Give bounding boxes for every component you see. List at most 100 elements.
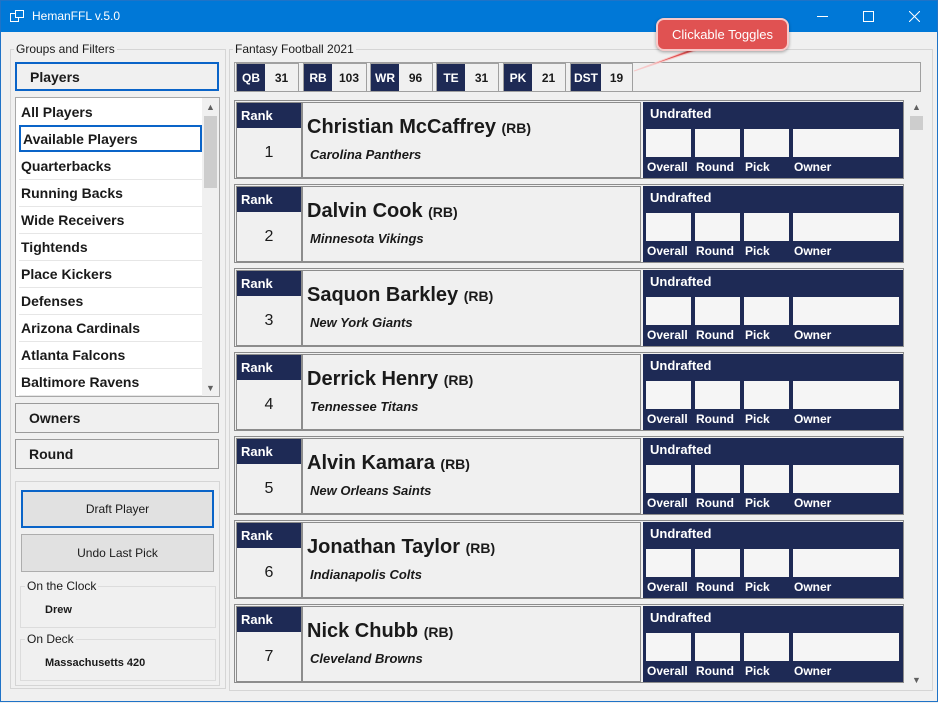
rank-box: Rank 3 bbox=[236, 270, 302, 346]
player-name-line: Jonathan Taylor (RB) bbox=[307, 536, 495, 559]
draft-round-label: Round bbox=[696, 496, 734, 510]
draft-owner-value bbox=[792, 212, 900, 242]
player-filter-list[interactable]: All Players Available Players Quarterbac… bbox=[15, 97, 220, 397]
player-card[interactable]: Rank 4 Derrick Henry (RB) Tennessee Tita… bbox=[234, 352, 904, 431]
player-card[interactable]: Rank 5 Alvin Kamara (RB) New Orleans Sai… bbox=[234, 436, 904, 515]
player-info-box: Derrick Henry (RB) Tennessee Titans bbox=[302, 354, 641, 430]
rank-number: 3 bbox=[264, 311, 274, 329]
list-item-available-players[interactable]: Available Players bbox=[19, 125, 202, 152]
draft-owner-value bbox=[792, 128, 900, 158]
list-item-baltimore-ravens[interactable]: Baltimore Ravens bbox=[19, 369, 202, 396]
draft-overall-cell: Overall bbox=[645, 548, 692, 596]
draft-pick-cell: Pick bbox=[743, 380, 790, 428]
groups-and-filters-title: Groups and Filters bbox=[14, 42, 117, 56]
round-category-button[interactable]: Round bbox=[15, 439, 219, 469]
draft-overall-label: Overall bbox=[647, 664, 688, 678]
scroll-up-icon[interactable]: ▲ bbox=[202, 98, 219, 115]
list-item-running-backs[interactable]: Running Backs bbox=[19, 180, 202, 207]
card-list-scrollbar[interactable]: ▲ ▼ bbox=[908, 98, 925, 688]
draft-owner-value bbox=[792, 632, 900, 662]
list-item-tightends[interactable]: Tightends bbox=[19, 234, 202, 261]
toggle-pk-count: 21 bbox=[532, 64, 565, 91]
draft-player-button[interactable]: Draft Player bbox=[21, 490, 214, 528]
draft-pick-label: Pick bbox=[745, 580, 770, 594]
draft-round-label: Round bbox=[696, 160, 734, 174]
player-card[interactable]: Rank 2 Dalvin Cook (RB) Minnesota Viking… bbox=[234, 184, 904, 263]
scroll-down-icon[interactable]: ▼ bbox=[202, 379, 219, 396]
player-card-list[interactable]: Rank 1 Christian McCaffrey (RB) Carolina… bbox=[234, 98, 906, 688]
draft-status-box: Undrafted Overall Round Pick Owner bbox=[643, 438, 903, 514]
title-bar[interactable]: HemanFFL v.5.0 bbox=[1, 1, 937, 32]
list-item-all-players[interactable]: All Players bbox=[19, 99, 202, 126]
list-item-arizona-cardinals[interactable]: Arizona Cardinals bbox=[19, 315, 202, 342]
fantasy-football-title: Fantasy Football 2021 bbox=[233, 42, 356, 56]
list-scroll-thumb[interactable] bbox=[204, 116, 217, 188]
rank-number: 7 bbox=[264, 647, 274, 665]
list-item-wide-receivers[interactable]: Wide Receivers bbox=[19, 207, 202, 234]
draft-pick-value bbox=[743, 632, 790, 662]
rank-number: 6 bbox=[264, 563, 274, 581]
list-item-place-kickers[interactable]: Place Kickers bbox=[19, 261, 202, 288]
rank-box: Rank 7 bbox=[236, 606, 302, 682]
close-icon[interactable] bbox=[891, 1, 937, 32]
draft-overall-value bbox=[645, 212, 692, 242]
window-title: HemanFFL v.5.0 bbox=[32, 9, 121, 23]
draft-pick-label: Pick bbox=[745, 244, 770, 258]
toggle-wr[interactable]: WR 96 bbox=[370, 63, 433, 92]
draft-round-cell: Round bbox=[694, 296, 741, 344]
draft-owner-cell: Owner bbox=[792, 296, 900, 344]
draft-owner-label: Owner bbox=[794, 412, 832, 426]
draft-status: Undrafted bbox=[650, 274, 712, 289]
draft-round-cell: Round bbox=[694, 380, 741, 428]
player-info-box: Alvin Kamara (RB) New Orleans Saints bbox=[302, 438, 641, 514]
rank-box: Rank 6 bbox=[236, 522, 302, 598]
player-info-box: Jonathan Taylor (RB) Indianapolis Colts bbox=[302, 522, 641, 598]
player-team: Cleveland Browns bbox=[310, 651, 423, 666]
draft-owner-label: Owner bbox=[794, 496, 832, 510]
player-name-line: Dalvin Cook (RB) bbox=[307, 200, 458, 223]
draft-round-label: Round bbox=[696, 664, 734, 678]
draft-owner-cell: Owner bbox=[792, 632, 900, 680]
player-card[interactable]: Rank 1 Christian McCaffrey (RB) Carolina… bbox=[234, 100, 904, 179]
player-card[interactable]: Rank 7 Nick Chubb (RB) Cleveland Browns … bbox=[234, 604, 904, 683]
draft-round-label: Round bbox=[696, 580, 734, 594]
list-scrollbar[interactable]: ▲ ▼ bbox=[202, 98, 219, 396]
draft-round-cell: Round bbox=[694, 464, 741, 512]
list-item-quarterbacks[interactable]: Quarterbacks bbox=[19, 153, 202, 180]
draft-status: Undrafted bbox=[650, 610, 712, 625]
draft-pick-cell: Pick bbox=[743, 212, 790, 260]
players-category-button[interactable]: Players bbox=[15, 62, 219, 91]
toggle-dst[interactable]: DST 19 bbox=[570, 63, 633, 92]
draft-round-cell: Round bbox=[694, 548, 741, 596]
owners-category-button[interactable]: Owners bbox=[15, 403, 219, 433]
undo-last-pick-button[interactable]: Undo Last Pick bbox=[21, 534, 214, 572]
toggle-pk[interactable]: PK 21 bbox=[503, 63, 566, 92]
player-name: Jonathan Taylor bbox=[307, 536, 460, 558]
maximize-icon[interactable] bbox=[845, 1, 891, 32]
player-name-line: Nick Chubb (RB) bbox=[307, 620, 453, 643]
player-name: Nick Chubb bbox=[307, 620, 419, 642]
card-list-scroll-thumb[interactable] bbox=[910, 116, 923, 130]
toggle-rb[interactable]: RB 103 bbox=[303, 63, 367, 92]
on-deck-group: On Deck Massachusetts 420 bbox=[20, 632, 216, 681]
toggle-te[interactable]: TE 31 bbox=[436, 63, 499, 92]
toggle-qb[interactable]: QB 31 bbox=[236, 63, 299, 92]
list-item-atlanta-falcons[interactable]: Atlanta Falcons bbox=[19, 342, 202, 369]
draft-status-box: Undrafted Overall Round Pick Owner bbox=[643, 102, 903, 178]
player-name-line: Christian McCaffrey (RB) bbox=[307, 116, 531, 139]
draft-status-box: Undrafted Overall Round Pick Owner bbox=[643, 270, 903, 346]
player-card[interactable]: Rank 6 Jonathan Taylor (RB) Indianapolis… bbox=[234, 520, 904, 599]
list-item-defenses[interactable]: Defenses bbox=[19, 288, 202, 315]
draft-owner-cell: Owner bbox=[792, 380, 900, 428]
draft-overall-label: Overall bbox=[647, 412, 688, 426]
draft-owner-value bbox=[792, 380, 900, 410]
player-card[interactable]: Rank 3 Saquon Barkley (RB) New York Gian… bbox=[234, 268, 904, 347]
on-the-clock-value: Drew bbox=[45, 604, 72, 616]
minimize-icon[interactable] bbox=[799, 1, 845, 32]
scroll-down-icon[interactable]: ▼ bbox=[908, 671, 925, 688]
scroll-up-icon[interactable]: ▲ bbox=[908, 98, 925, 115]
draft-owner-cell: Owner bbox=[792, 212, 900, 260]
draft-round-label: Round bbox=[696, 412, 734, 426]
player-name-line: Saquon Barkley (RB) bbox=[307, 284, 493, 307]
toggle-qb-label: QB bbox=[237, 64, 265, 91]
